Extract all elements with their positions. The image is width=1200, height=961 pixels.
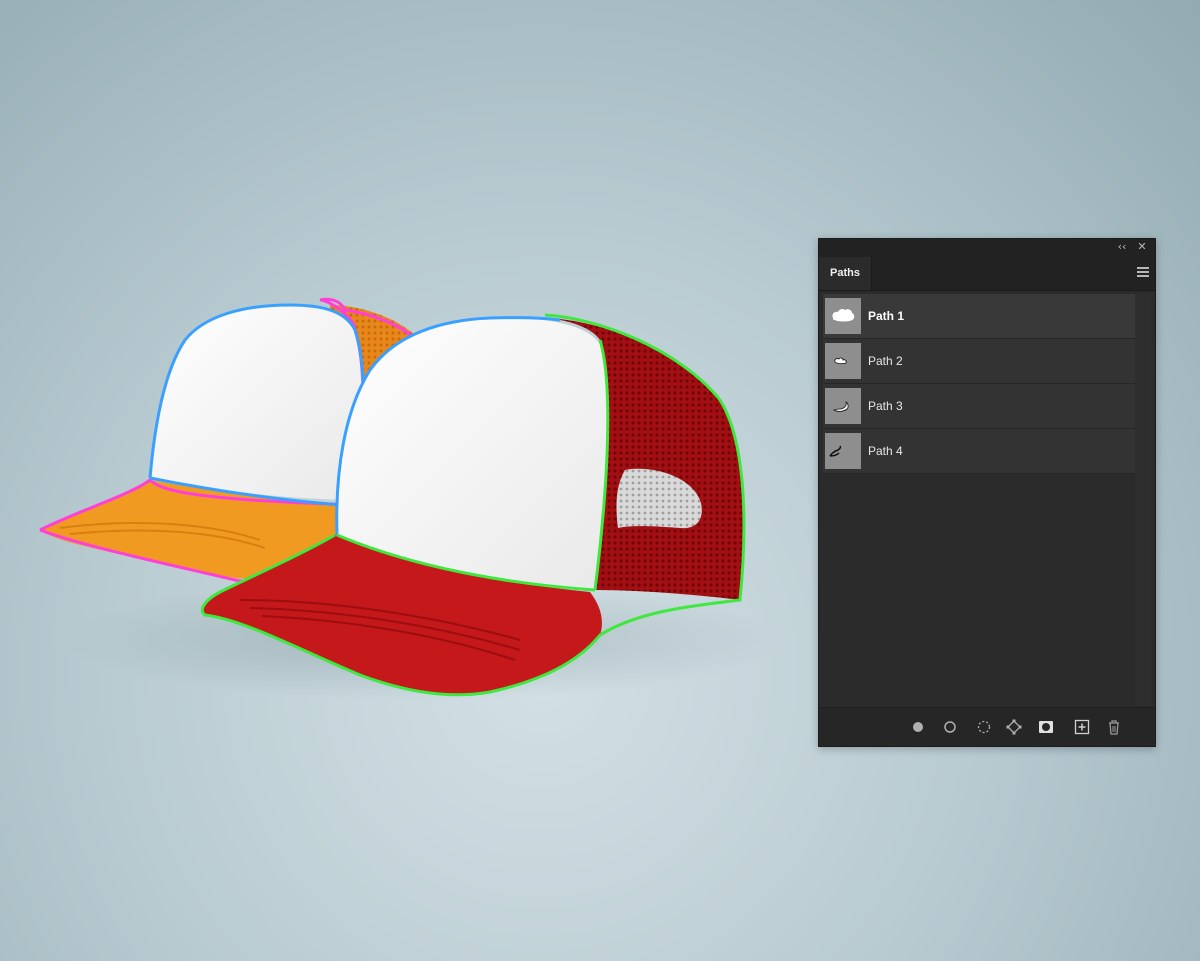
path-row[interactable]: Path 2 [823,339,1135,384]
add-mask-icon[interactable] [1037,718,1055,736]
path-list: Path 1 Path 2 Path 3 Path 4 [823,294,1135,474]
path-label: Path 3 [868,399,903,413]
path-label: Path 1 [868,309,905,323]
cloud-shape-icon [825,298,861,334]
curve-shape-icon [825,388,861,424]
paths-panel: ‹‹ ✕ Paths Path 1 Path 2 Path 3 Path 4 [818,238,1156,747]
load-selection-icon[interactable] [975,718,993,736]
collapse-panel-icon[interactable]: ‹‹ [1115,240,1129,254]
close-panel-icon[interactable]: ✕ [1135,240,1149,254]
panel-titlebar[interactable]: ‹‹ ✕ [819,239,1155,257]
tab-paths[interactable]: Paths [819,257,872,290]
panel-menu-icon[interactable] [1137,267,1149,279]
hook-shape-icon [825,433,861,469]
stroke-path-icon[interactable] [941,718,959,736]
path-row[interactable]: Path 4 [823,429,1135,474]
new-path-icon[interactable] [1073,718,1091,736]
panel-footer [819,707,1155,746]
orange-cap-front [150,305,364,500]
path-row[interactable]: Path 3 [823,384,1135,429]
small-shape-icon [825,343,861,379]
scrollbar[interactable] [1135,294,1151,706]
trash-icon[interactable] [1105,718,1123,736]
panel-tabbar: Paths [819,257,1155,291]
path-row[interactable]: Path 1 [823,294,1135,339]
make-work-path-icon[interactable] [1005,718,1023,736]
path-label: Path 2 [868,354,903,368]
path-label: Path 4 [868,444,903,458]
fill-path-icon[interactable] [909,718,927,736]
